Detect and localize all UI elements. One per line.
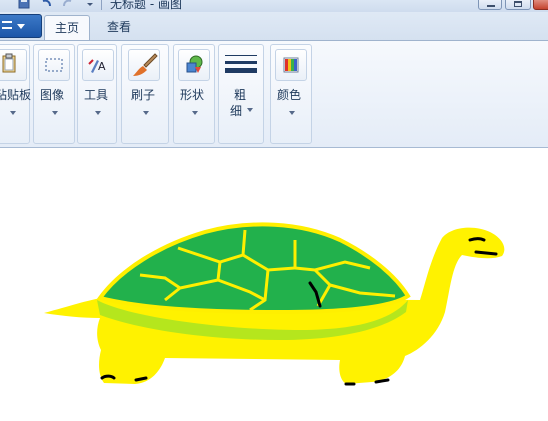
brushes-group: 刷子 <box>121 44 169 144</box>
turtle-drawing <box>44 222 505 386</box>
save-icon[interactable] <box>18 0 30 9</box>
close-button[interactable] <box>533 0 548 10</box>
maximize-button[interactable] <box>505 0 531 10</box>
clipboard-group: 粘贴板 <box>0 44 32 144</box>
redo-icon[interactable] <box>62 0 74 9</box>
menu-icon <box>2 21 12 29</box>
clipboard-label: 粘贴板 <box>0 88 32 102</box>
color-palette-icon <box>283 57 299 73</box>
shapes-button[interactable] <box>178 49 210 81</box>
customize-icon[interactable] <box>84 0 96 9</box>
window-title: 无标题 - 画图 <box>110 0 182 11</box>
title-divider <box>101 0 102 10</box>
brush-icon <box>133 53 158 76</box>
minimize-icon <box>487 5 495 7</box>
chevron-down-icon <box>52 111 58 115</box>
maximize-icon <box>514 1 522 7</box>
undo-icon[interactable] <box>40 0 52 9</box>
tab-home[interactable]: 主页 <box>44 15 90 40</box>
size-label-line1: 粗 <box>234 88 247 102</box>
chevron-down-icon <box>17 24 25 29</box>
tab-view[interactable]: 查看 <box>96 15 142 40</box>
select-icon <box>45 58 63 72</box>
image-group: 图像 <box>33 44 75 144</box>
colors-group: 颜色 <box>270 44 312 144</box>
drawing-canvas[interactable] <box>0 148 548 421</box>
image-label: 图像 <box>40 88 65 102</box>
title-bar: 无标题 - 画图 <box>0 0 548 12</box>
svg-text:A: A <box>98 60 106 73</box>
size-button[interactable] <box>223 49 259 81</box>
chevron-down-icon <box>143 111 149 115</box>
chevron-down-icon <box>95 111 101 115</box>
colors-label: 颜色 <box>277 88 302 102</box>
size-group: 粗 细 <box>218 44 264 144</box>
chevron-down-icon <box>192 111 198 115</box>
brushes-label: 刷子 <box>131 88 156 102</box>
tools-icon: A <box>88 59 106 73</box>
app-menu-button[interactable] <box>0 14 42 38</box>
chevron-down-icon <box>247 108 253 112</box>
ribbon: 粘贴板 图像 A 工具 刷子 形状 粗 细 颜色 <box>0 40 548 148</box>
shapes-group: 形状 <box>173 44 215 144</box>
tools-group: A 工具 <box>77 44 117 144</box>
tools-label: 工具 <box>84 88 109 102</box>
line-width-icon <box>225 55 257 73</box>
shapes-label: 形状 <box>180 88 205 102</box>
chevron-down-icon <box>289 111 295 115</box>
chevron-down-icon <box>10 111 16 115</box>
image-button[interactable] <box>38 49 70 81</box>
size-label-line2: 细 <box>230 104 243 118</box>
colors-button[interactable] <box>275 49 307 81</box>
clipboard-icon <box>2 53 16 73</box>
tools-button[interactable]: A <box>82 49 114 81</box>
turtle-shell <box>96 222 411 315</box>
paste-button[interactable] <box>0 49 27 81</box>
tab-strip: 主页 查看 <box>0 12 548 40</box>
minimize-button[interactable] <box>478 0 502 10</box>
shapes-icon <box>186 55 203 73</box>
brushes-button[interactable] <box>128 49 160 81</box>
